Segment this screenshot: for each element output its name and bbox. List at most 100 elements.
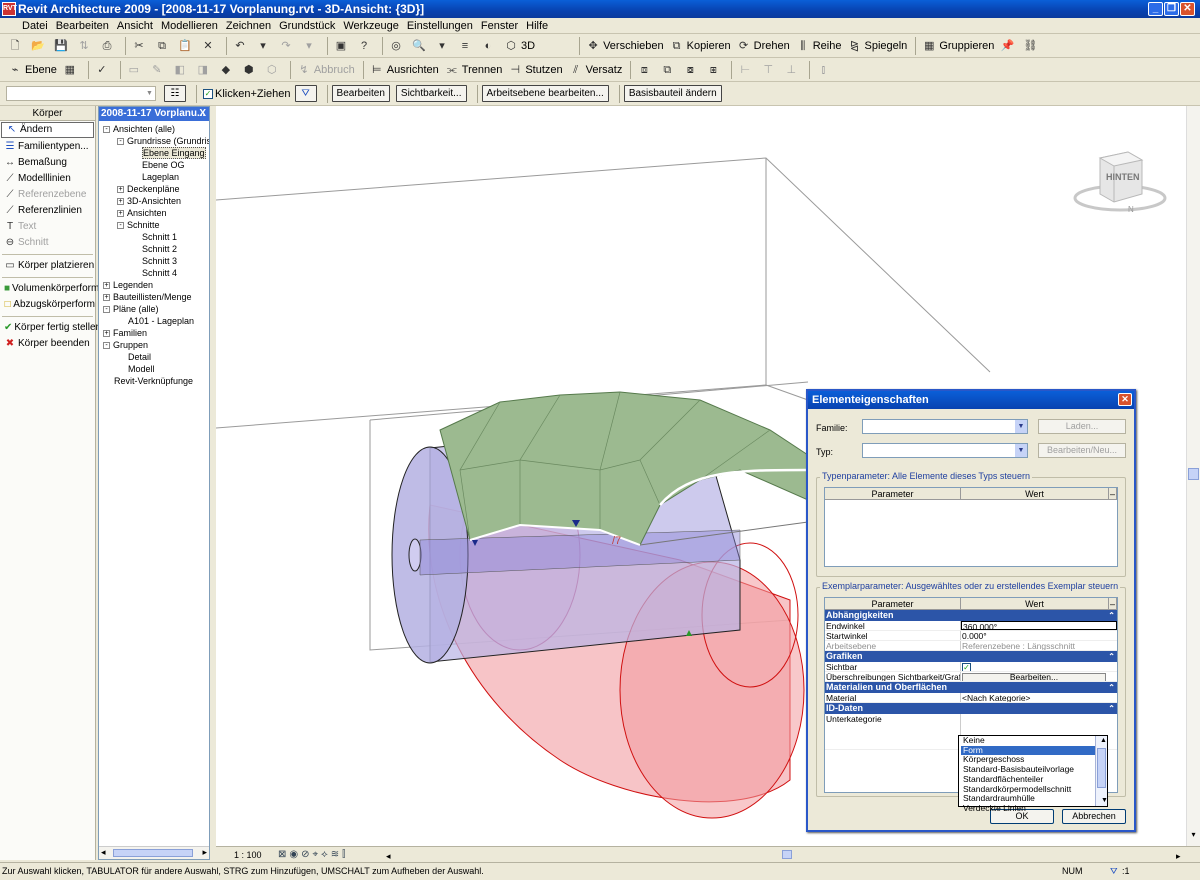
rotate-button[interactable]: Drehen <box>754 40 790 52</box>
grid-icon[interactable]: ▦ <box>63 63 77 77</box>
menu-5[interactable]: Grundstück <box>275 18 339 34</box>
design-bar-item-11[interactable]: ✔ Körper fertig stellen <box>0 320 101 336</box>
faceted-roof-form[interactable] <box>439 391 809 546</box>
layout-1-icon[interactable]: ⧈ <box>637 63 651 77</box>
browser-node[interactable]: Ebene Eingang <box>99 147 209 159</box>
tool-b-icon[interactable]: ⊤ <box>761 63 775 77</box>
trim-button[interactable]: Stutzen <box>525 64 562 76</box>
split-icon[interactable]: ⫘ <box>445 63 459 77</box>
revit-app-icon[interactable]: RVT <box>2 2 17 16</box>
design-bar-item-4[interactable]: ⟋ Referenzebene <box>0 187 95 203</box>
browser-node[interactable]: + Familien <box>99 327 209 339</box>
steering-wheel-icon[interactable]: ◎ <box>389 39 403 53</box>
scroll-down-icon[interactable]: ▼ <box>1098 796 1109 806</box>
shading-icon[interactable]: ◐ <box>481 39 495 53</box>
collapse-category-icon[interactable]: ⌃ <box>1108 651 1115 662</box>
param-category[interactable]: Grafiken ⌃ <box>825 651 1117 662</box>
scroll-down-icon[interactable]: ▾ <box>1188 830 1199 842</box>
undo-list-icon[interactable]: ▾ <box>256 39 270 53</box>
group-icon[interactable]: ▦ <box>922 39 936 53</box>
collapse-category-icon[interactable]: ⌃ <box>1108 682 1115 693</box>
group-button[interactable]: Gruppieren <box>939 40 994 52</box>
array-icon[interactable]: ⫼ <box>796 39 810 53</box>
delete-icon[interactable]: ✕ <box>201 39 215 53</box>
new-file-icon[interactable]: 🗋 <box>8 39 22 53</box>
align-button[interactable]: Ausrichten <box>387 64 439 76</box>
menu-4[interactable]: Zeichnen <box>222 18 275 34</box>
properties-icon[interactable]: ☷ <box>164 85 186 102</box>
menu-8[interactable]: Fenster <box>477 18 522 34</box>
collapse-icon[interactable]: – <box>1109 598 1117 609</box>
design-bar-item-10[interactable]: □ Abzugskörperform <box>0 297 95 313</box>
browser-scroll-thumb[interactable] <box>113 849 193 857</box>
paste-icon[interactable]: 📋 <box>178 39 192 53</box>
browser-node[interactable]: + Deckenpläne <box>99 183 209 195</box>
link-icon[interactable]: ⛓ <box>1023 39 1037 53</box>
type-select[interactable]: ▼ <box>862 443 1028 458</box>
browser-close-icon[interactable]: X <box>199 107 206 121</box>
design-bar-item-12[interactable]: ✖ Körper beenden <box>0 336 95 352</box>
param-category[interactable]: Materialien und Oberflächen ⌃ <box>825 682 1117 693</box>
view-control-icons[interactable]: ⊠◉⊘⌖⟡≋⫿ <box>278 847 348 863</box>
offset-icon[interactable]: ⫽ <box>569 63 583 77</box>
undo-icon[interactable]: ↶ <box>233 39 247 53</box>
param-value[interactable]: 0.000° <box>961 631 1117 640</box>
design-bar-item-5[interactable]: ⟋ Referenzlinien <box>0 203 95 219</box>
dialog-close-icon[interactable]: ✕ <box>1118 393 1132 406</box>
expand-icon[interactable]: + <box>103 330 110 338</box>
collapse-icon[interactable]: - <box>117 138 124 146</box>
view-scale[interactable]: 1 : 100 <box>234 847 262 863</box>
filter-icon[interactable]: ⛛ <box>294 85 317 102</box>
expand-icon[interactable]: + <box>103 294 110 302</box>
sync-icon[interactable]: ⇅ <box>77 39 91 53</box>
paint-icon[interactable]: ◨ <box>196 63 210 77</box>
expand-icon[interactable]: + <box>117 198 124 206</box>
browser-node[interactable]: - Pläne (alle) <box>99 303 209 315</box>
expand-icon[interactable]: + <box>103 282 110 290</box>
design-bar-item-3[interactable]: ⟋ Modelllinien <box>0 171 95 187</box>
browser-node[interactable]: A101 - Lageplan <box>99 315 209 327</box>
save-icon[interactable]: 💾 <box>54 39 68 53</box>
layout-2-icon[interactable]: ⧉ <box>660 63 674 77</box>
design-bar-header[interactable]: Körper <box>0 106 95 121</box>
overrides-edit-label[interactable]: Bearbeiten... <box>962 673 1106 681</box>
browser-node[interactable]: Schnitt 4 <box>99 267 209 279</box>
type-selector[interactable]: ▼ <box>6 86 156 101</box>
expand-icon[interactable]: + <box>117 186 124 194</box>
menu-2[interactable]: Ansicht <box>113 18 157 34</box>
trim-icon[interactable]: ⊣ <box>508 63 522 77</box>
collapse-icon[interactable]: - <box>103 126 110 134</box>
minimize-button[interactable]: _ <box>1148 2 1163 16</box>
expand-icon[interactable]: + <box>117 210 124 218</box>
align-icon[interactable]: ⊨ <box>370 63 384 77</box>
param-value[interactable]: <Nach Kategorie> <box>961 693 1117 702</box>
design-bar-item-7[interactable]: ⊖ Schnitt <box>0 235 95 251</box>
collapse-icon[interactable]: - <box>103 342 110 350</box>
open-folder-icon[interactable]: 📂 <box>31 39 45 53</box>
layout-4-icon[interactable]: ⧆ <box>706 63 720 77</box>
close-button[interactable]: ✕ <box>1180 2 1195 16</box>
collapse-icon[interactable]: – <box>1109 488 1117 499</box>
load-button[interactable]: Laden... <box>1038 419 1126 434</box>
cut-icon[interactable]: ✂ <box>132 39 146 53</box>
browser-node[interactable]: Ebene OG <box>99 159 209 171</box>
viewport-vertical-scrollbar[interactable]: ▾ <box>1186 106 1200 846</box>
browser-node[interactable]: Lageplan <box>99 171 209 183</box>
tool-d-icon[interactable]: ⫾ <box>816 63 830 77</box>
browser-node[interactable]: Revit-Verknüpfunge <box>99 375 209 387</box>
unjoin-icon[interactable]: ⬡ <box>265 63 279 77</box>
zoom-icon[interactable]: 🔍 <box>412 39 426 53</box>
collapse-category-icon[interactable]: ⌃ <box>1108 610 1115 621</box>
join-icon[interactable]: ⬢ <box>242 63 256 77</box>
browser-horizontal-scrollbar[interactable]: ◂ ▸ <box>99 846 209 859</box>
design-bar-item-0[interactable]: ↖ Ändern <box>1 122 94 138</box>
menu-1[interactable]: Bearbeiten <box>52 18 113 34</box>
vertical-scroll-thumb[interactable] <box>1188 468 1199 480</box>
move-icon[interactable]: ✥ <box>586 39 600 53</box>
wall-icon[interactable]: ▭ <box>127 63 141 77</box>
tool-a-icon[interactable]: ⊢ <box>738 63 752 77</box>
cancel-icon[interactable]: ↯ <box>297 63 311 77</box>
array-button[interactable]: Reihe <box>813 40 842 52</box>
level-button[interactable]: Ebene <box>25 64 57 76</box>
change-host-button[interactable]: Basisbauteil ändern <box>623 85 722 102</box>
